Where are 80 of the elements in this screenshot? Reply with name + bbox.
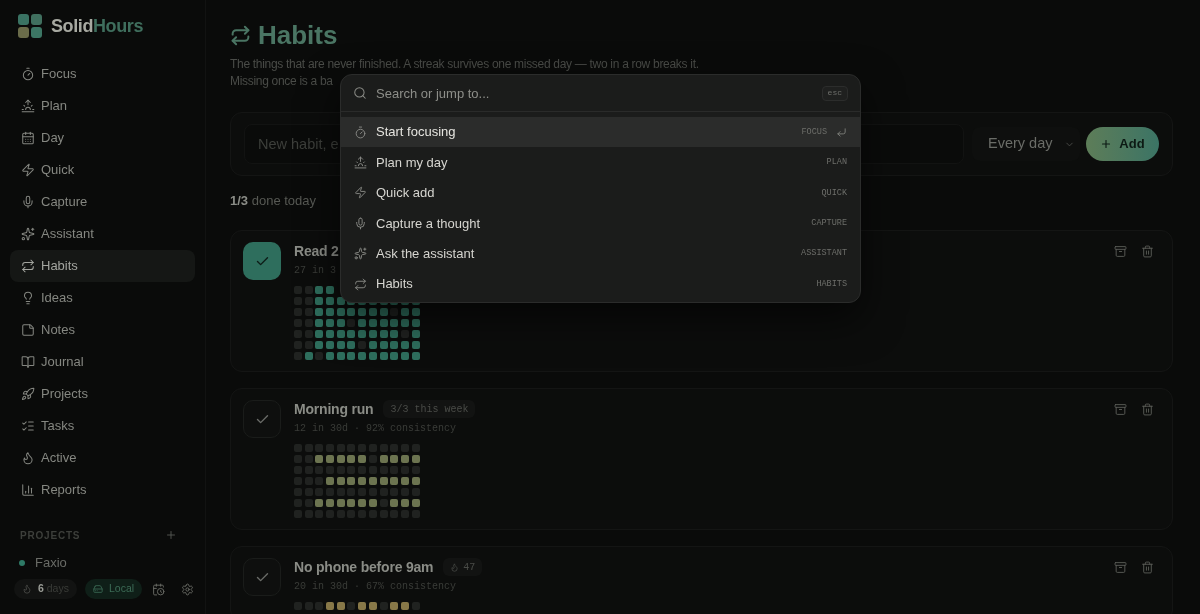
sidebar-item[interactable]: Journal	[10, 346, 195, 378]
archive-icon[interactable]	[1114, 560, 1127, 574]
sidebar-item[interactable]: Plan	[10, 90, 195, 122]
bar-chart-icon	[21, 483, 35, 497]
microphone-icon	[354, 216, 367, 230]
sidebar-item[interactable]: Active	[10, 442, 195, 474]
command-item[interactable]: Quick add QUICK	[341, 177, 860, 209]
flame-icon	[21, 451, 35, 465]
command-item[interactable]: Start focusing FOCUS	[341, 117, 860, 148]
trash-icon[interactable]	[1141, 244, 1154, 258]
repeat-icon	[354, 277, 367, 291]
sunrise-icon	[21, 99, 35, 113]
description-text: The things that are never finished. A streak survives one missed day — two in a row breaks it.	[230, 56, 699, 73]
calendar-clock-icon[interactable]	[152, 582, 166, 596]
command-item[interactable]: Capture a thought CAPTURE	[341, 208, 860, 239]
trash-icon[interactable]	[1141, 402, 1154, 416]
command-hint: ASSISTANT	[801, 247, 847, 261]
sidebar-item[interactable]: Reports	[10, 474, 195, 506]
app-name: SolidHours	[51, 15, 143, 38]
microphone-icon	[21, 195, 35, 209]
drive-icon	[92, 584, 103, 594]
command-hint: PLAN	[826, 156, 847, 169]
plus-icon	[1100, 138, 1113, 150]
lightbulb-icon	[21, 291, 35, 305]
repeat-icon	[21, 259, 35, 273]
trash-icon[interactable]	[1141, 560, 1154, 574]
command-hint: QUICK	[821, 186, 847, 200]
check-button[interactable]	[243, 400, 281, 438]
note-icon	[21, 323, 35, 337]
progress-summary: 1/3 done today	[230, 192, 317, 210]
lightning-icon	[354, 186, 367, 200]
habit-title: No phone before 9am	[294, 557, 434, 577]
enter-icon	[836, 126, 847, 138]
check-button[interactable]	[243, 242, 281, 280]
flame-icon	[450, 562, 460, 572]
sidebar-item[interactable]: Projects	[10, 378, 195, 410]
command-item[interactable]: Ask the assistant ASSISTANT	[341, 238, 860, 269]
calendar-icon	[21, 131, 35, 145]
command-item[interactable]: Plan my day PLAN	[341, 147, 860, 178]
plus-icon[interactable]	[165, 529, 177, 541]
sidebar-item[interactable]: Tasks	[10, 410, 195, 442]
shortcut-key: esc	[821, 85, 848, 101]
add-button[interactable]: Add	[1086, 127, 1159, 161]
command-hint: HABITS	[816, 277, 847, 291]
search-icon	[353, 86, 367, 100]
page-title: Habits	[258, 19, 338, 51]
archive-icon[interactable]	[1114, 244, 1127, 258]
sidebar-item[interactable]: Habits	[10, 250, 195, 282]
sidebar-item[interactable]: Ideas	[10, 282, 195, 314]
sunrise-icon	[354, 156, 367, 170]
command-hint: FOCUS	[801, 125, 827, 139]
archive-icon[interactable]	[1114, 402, 1127, 416]
settings-icon[interactable]	[181, 582, 195, 596]
timer-icon	[21, 67, 35, 81]
flame-icon	[22, 584, 32, 594]
logo-icon	[18, 14, 42, 38]
sidebar-item[interactable]: Capture	[10, 186, 195, 218]
repeat-icon	[230, 24, 251, 46]
habit-title: Read 2	[294, 241, 339, 261]
command-hint: CAPTURE	[811, 217, 847, 230]
sidebar-item[interactable]: Notes	[10, 314, 195, 346]
book-icon	[21, 355, 35, 369]
sidebar-item[interactable]: Day	[10, 122, 195, 154]
streak-count: 47	[463, 560, 476, 575]
command-item[interactable]: Habits HABITS	[341, 268, 860, 300]
sidebar-item[interactable]: Assistant	[10, 218, 195, 250]
lightning-icon	[21, 163, 35, 177]
project-item[interactable]: Faxio	[0, 555, 205, 571]
checklist-icon	[21, 419, 35, 433]
sparkles-icon	[21, 227, 35, 241]
rocket-icon	[21, 387, 35, 401]
timer-icon	[354, 125, 367, 139]
habit-title: Morning run	[294, 399, 374, 419]
sidebar-item[interactable]: Quick	[10, 154, 195, 186]
check-button[interactable]	[243, 558, 281, 596]
sparkles-icon	[354, 247, 367, 261]
description-text: Missing once is a ba	[230, 73, 333, 90]
sidebar-item[interactable]: Focus	[10, 58, 195, 90]
search-input[interactable]: Search or jump to...	[376, 82, 813, 104]
storage-label: Local	[108, 581, 135, 597]
